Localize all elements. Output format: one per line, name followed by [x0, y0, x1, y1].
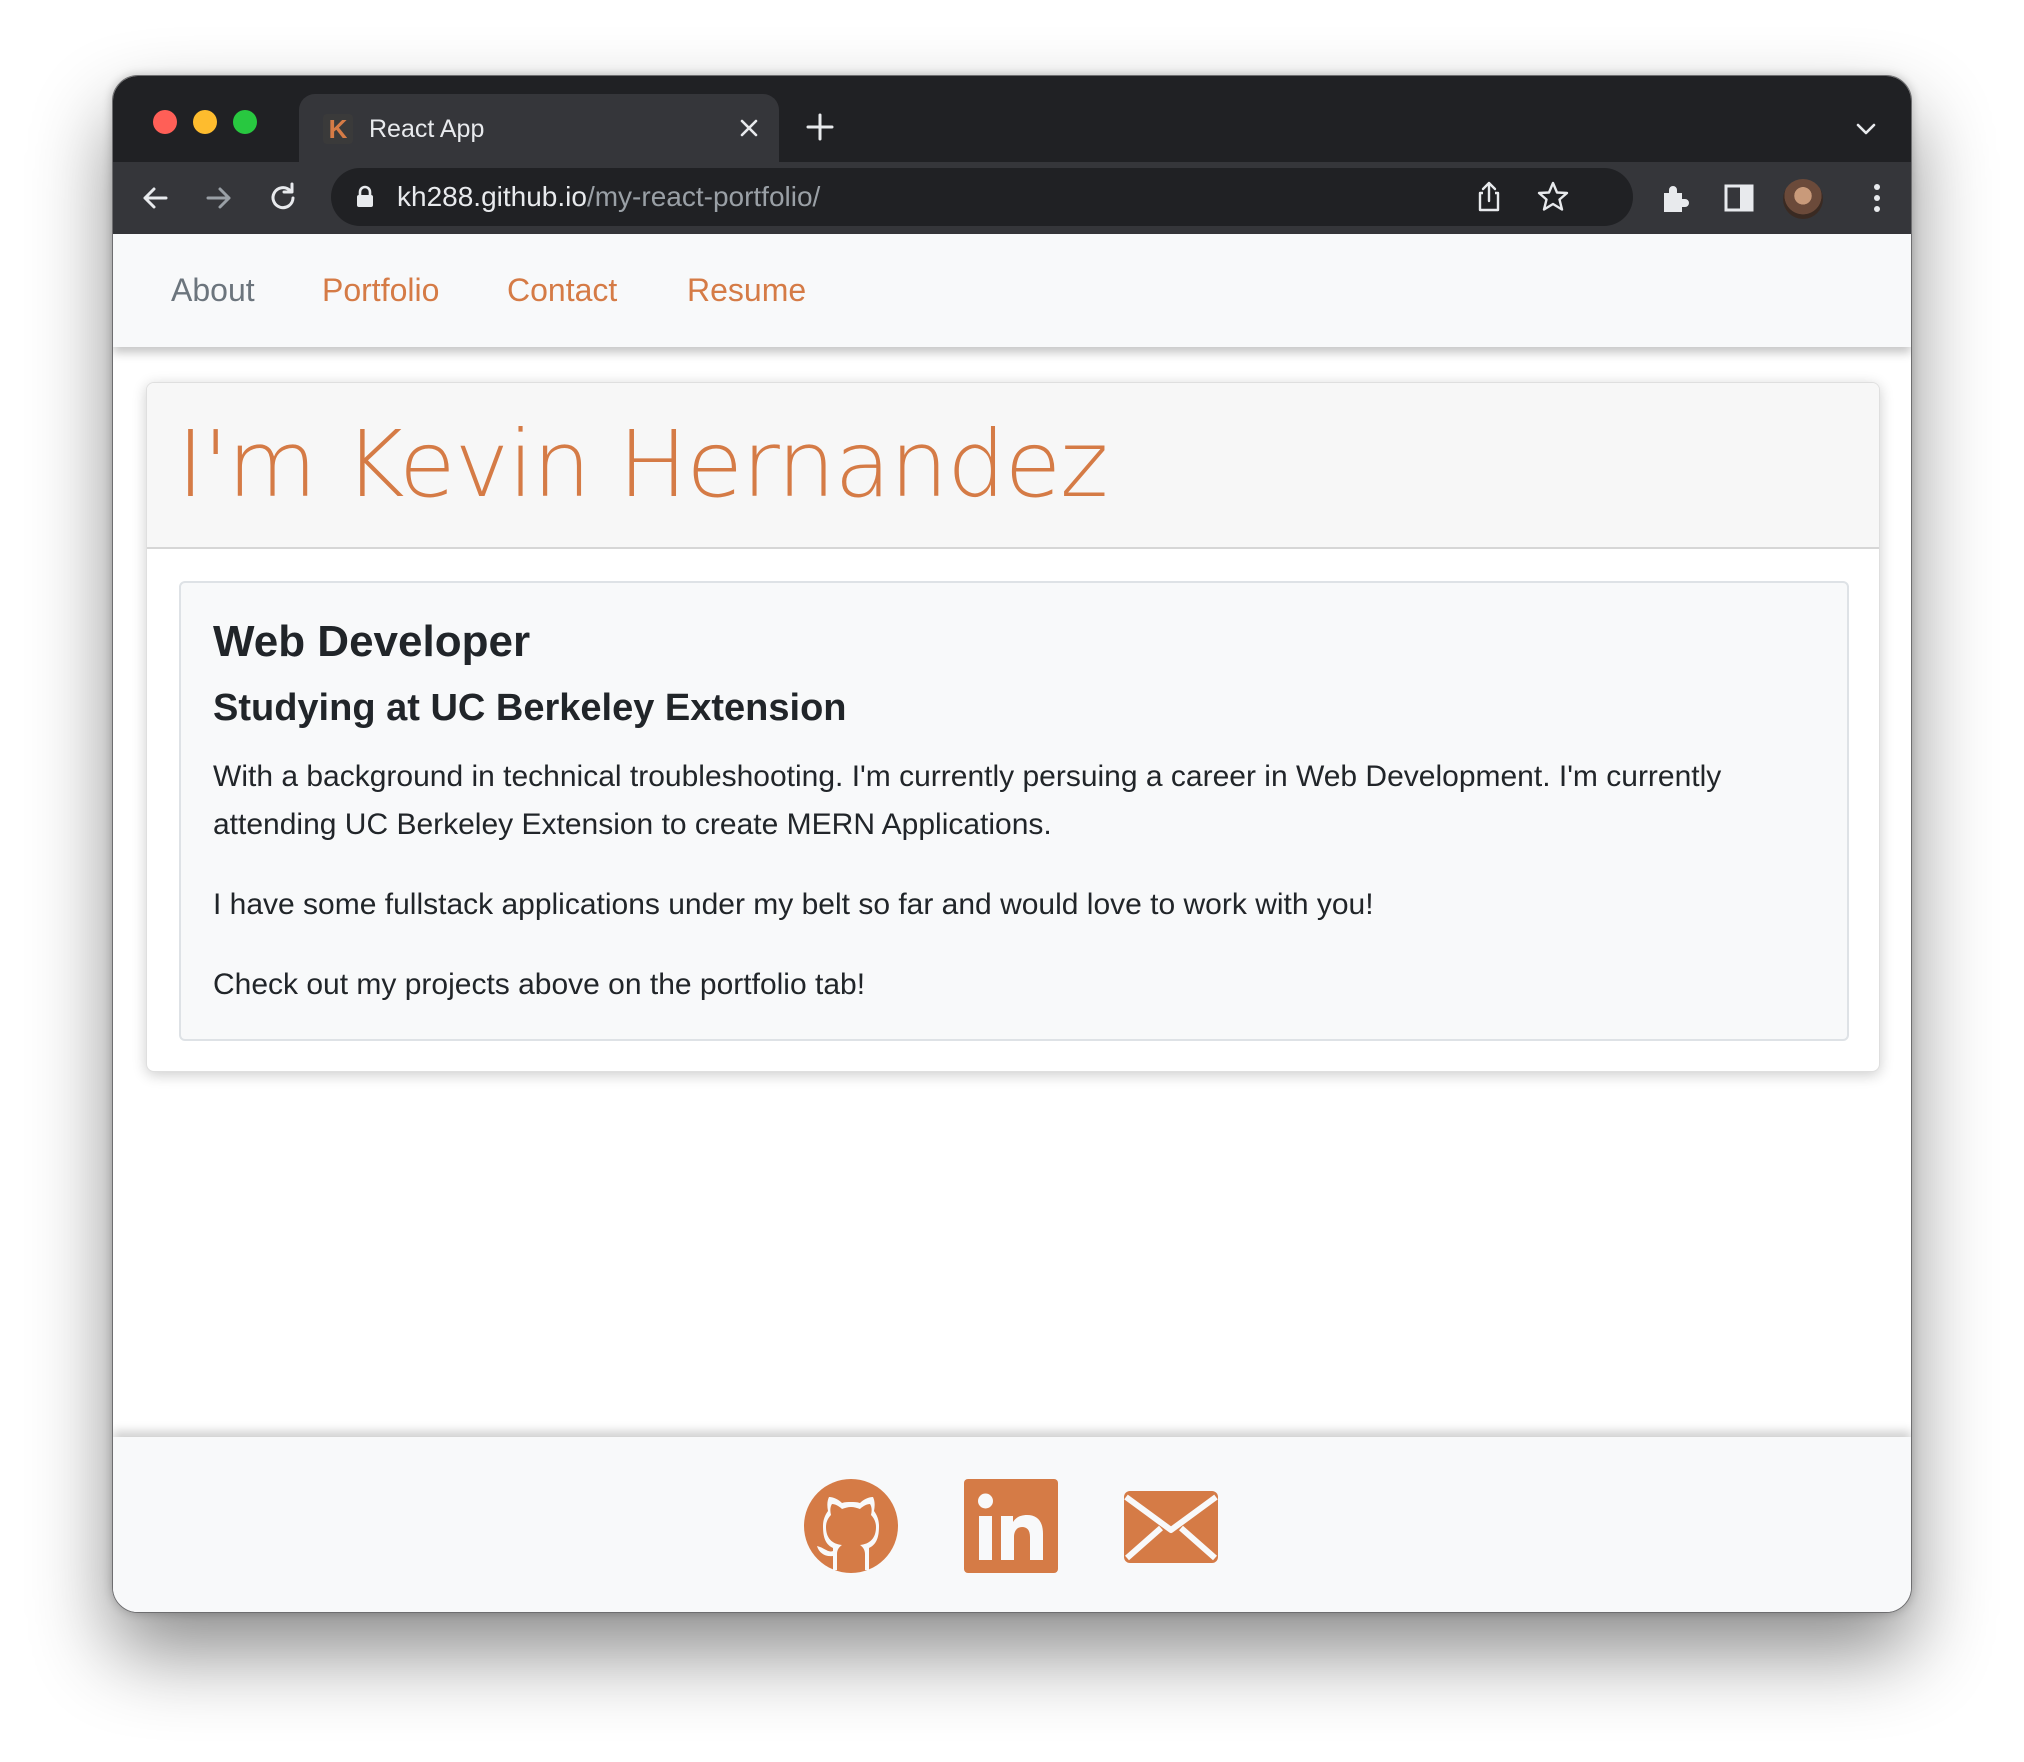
education-subheading: Studying at UC Berkeley Extension: [213, 687, 847, 729]
linkedin-icon: [964, 1479, 1058, 1573]
back-icon[interactable]: [137, 180, 173, 216]
github-icon: [804, 1479, 898, 1573]
about-card: I'm Kevin Hernandez Web Developer Studyi…: [146, 382, 1880, 1072]
address-bar[interactable]: kh288.github.io/my-react-portfolio/: [331, 168, 1633, 226]
tab-react-app[interactable]: K React App: [299, 94, 779, 162]
nav-about[interactable]: About: [171, 272, 255, 309]
email-icon: [1124, 1491, 1218, 1563]
tab-bar: K React App: [113, 76, 1911, 162]
bio-paragraph: Check out my projects above on the portf…: [213, 968, 866, 1001]
github-link[interactable]: [803, 1478, 899, 1574]
close-window-button[interactable]: [153, 110, 177, 134]
new-tab-icon[interactable]: [803, 110, 837, 144]
menu-icon[interactable]: [1859, 180, 1895, 216]
page-viewport: About Portfolio Contact Resume I'm Kevin…: [113, 234, 1911, 1612]
navbar: About Portfolio Contact Resume: [113, 234, 1911, 347]
favicon-icon: K: [323, 114, 353, 144]
extensions-icon[interactable]: [1657, 180, 1693, 216]
avatar[interactable]: [1783, 179, 1823, 219]
chevron-down-icon[interactable]: [1853, 116, 1879, 142]
linkedin-link[interactable]: [963, 1478, 1059, 1574]
role-heading: Web Developer: [213, 617, 531, 666]
reload-icon[interactable]: [265, 180, 301, 216]
nav-portfolio[interactable]: Portfolio: [322, 272, 439, 309]
close-tab-icon[interactable]: [733, 112, 765, 144]
page-title: I'm Kevin Hernandez: [177, 411, 1108, 518]
nav-contact[interactable]: Contact: [507, 272, 617, 309]
nav-resume[interactable]: Resume: [687, 272, 806, 309]
tab-title: React App: [369, 115, 485, 143]
share-icon[interactable]: [1471, 179, 1507, 215]
minimize-window-button[interactable]: [193, 110, 217, 134]
about-content: Web Developer Studying at UC Berkeley Ex…: [179, 581, 1849, 1041]
bio-paragraph: With a background in technical troublesh…: [213, 760, 1722, 841]
card-header: I'm Kevin Hernandez: [147, 383, 1879, 549]
maximize-window-button[interactable]: [233, 110, 257, 134]
lock-icon[interactable]: [355, 185, 375, 209]
sidebar-icon[interactable]: [1721, 180, 1757, 216]
url-domain: kh288.github.io: [397, 181, 587, 212]
browser-window: K React App kh288.github.io/my-react-por…: [112, 75, 1912, 1613]
browser-toolbar: kh288.github.io/my-react-portfolio/: [113, 162, 1911, 234]
footer: [113, 1437, 1911, 1612]
url-text[interactable]: kh288.github.io/my-react-portfolio/: [397, 181, 820, 213]
url-path: /my-react-portfolio/: [586, 181, 821, 212]
forward-icon[interactable]: [201, 180, 237, 216]
star-icon[interactable]: [1535, 179, 1571, 215]
email-link[interactable]: [1123, 1478, 1219, 1574]
bio-paragraph: I have some fullstack applications under…: [213, 888, 1374, 921]
